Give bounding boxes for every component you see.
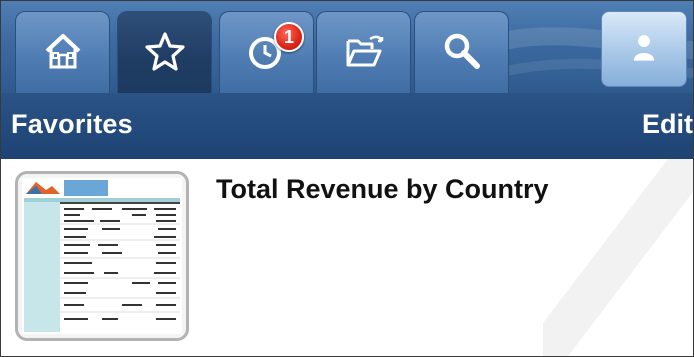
title-bar: Favorites Edit [1, 93, 693, 159]
notification-badge: 1 [274, 22, 304, 52]
tab-folders[interactable] [316, 11, 411, 93]
tab-home[interactable] [15, 11, 110, 93]
app-frame: 1 Favorites Edit Total Revenue by Countr… [0, 0, 694, 357]
report-thumbnail [15, 171, 189, 341]
user-profile-button[interactable] [601, 11, 687, 87]
home-icon [41, 29, 85, 78]
tab-search[interactable] [414, 11, 509, 93]
report-thumbnail-content [22, 178, 182, 334]
favorite-item[interactable]: Total Revenue by Country [1, 159, 693, 356]
tab-bar: 1 [1, 1, 693, 93]
page-title: Favorites [11, 109, 133, 139]
tab-favorites[interactable] [117, 11, 212, 93]
favorite-item-title: Total Revenue by Country [216, 174, 549, 204]
edit-button[interactable]: Edit [642, 109, 693, 140]
tab-recent[interactable]: 1 [219, 11, 314, 93]
folder-open-icon [342, 29, 386, 78]
user-icon [627, 30, 661, 69]
search-icon [440, 29, 484, 78]
star-icon [143, 29, 187, 78]
